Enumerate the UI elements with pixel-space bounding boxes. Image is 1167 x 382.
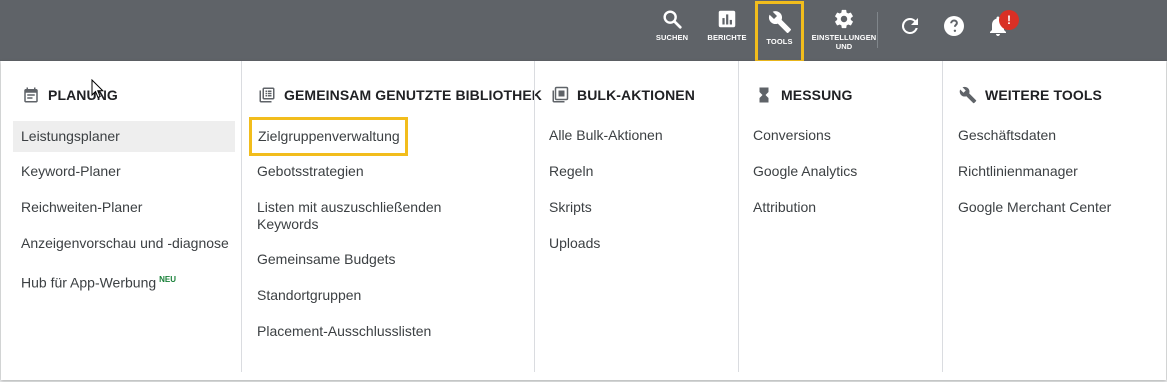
tools-menu-panel: PLANUNG Leistungsplaner Keyword-Planer R… — [1, 61, 1166, 380]
notification-badge[interactable]: ! — [999, 10, 1019, 30]
search-label: SUCHEN — [655, 33, 689, 42]
wrench-icon — [957, 84, 979, 106]
menu-item-label: Skripts — [549, 199, 592, 215]
menu-item-negative-keyword-lists[interactable]: Listen mit auszuschließenden Keywords — [257, 199, 441, 233]
topbar-divider — [877, 12, 878, 48]
column-title: MESSUNG — [781, 87, 853, 103]
refresh-button[interactable] — [898, 14, 922, 43]
menu-item-label: Regeln — [549, 163, 594, 179]
menu-item-zielgruppenverwaltung[interactable]: Zielgruppenverwaltung — [249, 117, 408, 156]
top-bar: SUCHEN BERICHTE TOOLS EINSTELLUNGEN UND … — [0, 0, 1167, 63]
column-planning: PLANUNG Leistungsplaner Keyword-Planer R… — [1, 61, 241, 372]
mouse-cursor-icon — [91, 79, 105, 99]
calendar-icon — [20, 84, 42, 106]
column-more-tools: WEITERE TOOLS Geschäftsdaten Richtlinien… — [942, 61, 1166, 372]
menu-item-hub-app-werbung[interactable]: Hub für App-Werbung NEU — [21, 271, 176, 292]
menu-item-label: Anzeigenvorschau und -diagnose — [21, 235, 229, 251]
hourglass-icon — [753, 84, 775, 106]
column-shared-library: GEMEINSAM GENUTZTE BIBLIOTHEK Zielgruppe… — [241, 61, 542, 372]
menu-item-attribution[interactable]: Attribution — [753, 199, 816, 216]
column-title: WEITERE TOOLS — [985, 87, 1102, 103]
menu-item-uploads[interactable]: Uploads — [549, 235, 600, 252]
settings-label: EINSTELLUNGEN UND ABRECHNUNG — [811, 33, 877, 52]
new-badge: NEU — [159, 275, 177, 284]
menu-item-anzeigenvorschau[interactable]: Anzeigenvorschau und -diagnose — [21, 235, 229, 252]
menu-item-geschaeftsdaten[interactable]: Geschäftsdaten — [958, 127, 1056, 144]
settings-button[interactable]: EINSTELLUNGEN UND ABRECHNUNG — [809, 8, 879, 58]
column-title: GEMEINSAM GENUTZTE BIBLIOTHEK — [284, 87, 543, 103]
menu-item-google-analytics[interactable]: Google Analytics — [753, 163, 857, 180]
menu-item-label: Leistungsplaner — [21, 128, 120, 144]
menu-item-gemeinsame-budgets[interactable]: Gemeinsame Budgets — [257, 251, 396, 268]
menu-item-label: Placement-Ausschlusslisten — [257, 323, 432, 339]
menu-item-reichweiten-planer[interactable]: Reichweiten-Planer — [21, 199, 142, 216]
menu-item-label: Alle Bulk-Aktionen — [549, 127, 663, 143]
column-title: BULK-AKTIONEN — [577, 87, 695, 103]
help-icon — [944, 16, 964, 36]
menu-item-skripts[interactable]: Skripts — [549, 199, 592, 216]
gear-icon — [835, 9, 853, 29]
menu-item-label: Google Analytics — [753, 163, 858, 179]
search-button[interactable]: SUCHEN — [654, 8, 690, 58]
bulk-actions-icon — [549, 84, 571, 106]
column-header: BULK-AKTIONEN — [549, 84, 695, 106]
reports-icon — [718, 10, 736, 28]
reports-label: BERICHTE — [707, 33, 747, 42]
library-icon — [256, 84, 278, 106]
tools-label: TOOLS — [766, 37, 793, 46]
menu-item-label: Hub für App-Werbung — [21, 274, 157, 291]
menu-item-label: Gemeinsame Budgets — [257, 251, 396, 267]
menu-item-label: Standortgruppen — [257, 287, 362, 303]
menu-item-label: Uploads — [549, 235, 601, 251]
wrench-icon — [768, 11, 791, 33]
column-bulk-actions: BULK-AKTIONEN Alle Bulk-Aktionen Regeln … — [534, 61, 738, 372]
menu-item-standortgruppen[interactable]: Standortgruppen — [257, 287, 361, 304]
tools-button[interactable]: TOOLS — [755, 1, 804, 63]
menu-item-label: Keywords — [257, 216, 319, 232]
menu-item-placement-ausschlusslisten[interactable]: Placement-Ausschlusslisten — [257, 323, 431, 340]
menu-item-alle-bulk-aktionen[interactable]: Alle Bulk-Aktionen — [549, 127, 663, 144]
menu-item-label: Listen mit auszuschließenden — [257, 199, 442, 215]
menu-item-label: Gebotsstrategien — [257, 163, 364, 179]
menu-item-label: Geschäftsdaten — [958, 127, 1057, 143]
column-header: MESSUNG — [753, 84, 853, 106]
column-header: GEMEINSAM GENUTZTE BIBLIOTHEK — [256, 84, 542, 106]
menu-item-leistungsplaner[interactable]: Leistungsplaner — [13, 121, 235, 152]
menu-item-label: Conversions — [753, 127, 831, 143]
menu-item-label: Zielgruppenverwaltung — [258, 128, 400, 144]
column-title: PLANUNG — [48, 87, 118, 103]
column-header: WEITERE TOOLS — [957, 84, 1102, 106]
column-measurement: MESSUNG Conversions Google Analytics Att… — [738, 61, 942, 372]
menu-item-label: Google Merchant Center — [958, 199, 1112, 215]
menu-item-label: Richtlinienmanager — [958, 163, 1078, 179]
help-button[interactable] — [942, 14, 966, 43]
menu-item-keyword-planer[interactable]: Keyword-Planer — [21, 163, 121, 180]
menu-item-label: Keyword-Planer — [21, 163, 121, 179]
menu-item-gebotsstrategien[interactable]: Gebotsstrategien — [257, 163, 364, 180]
menu-item-google-merchant-center[interactable]: Google Merchant Center — [958, 199, 1111, 216]
menu-item-regeln[interactable]: Regeln — [549, 163, 593, 180]
menu-item-label: Attribution — [753, 199, 817, 215]
refresh-icon — [901, 17, 918, 34]
reports-button[interactable]: BERICHTE — [706, 8, 748, 58]
menu-item-richtlinienmanager[interactable]: Richtlinienmanager — [958, 163, 1078, 180]
search-icon — [663, 10, 682, 29]
menu-item-conversions[interactable]: Conversions — [753, 127, 831, 144]
menu-item-label: Reichweiten-Planer — [21, 199, 143, 215]
